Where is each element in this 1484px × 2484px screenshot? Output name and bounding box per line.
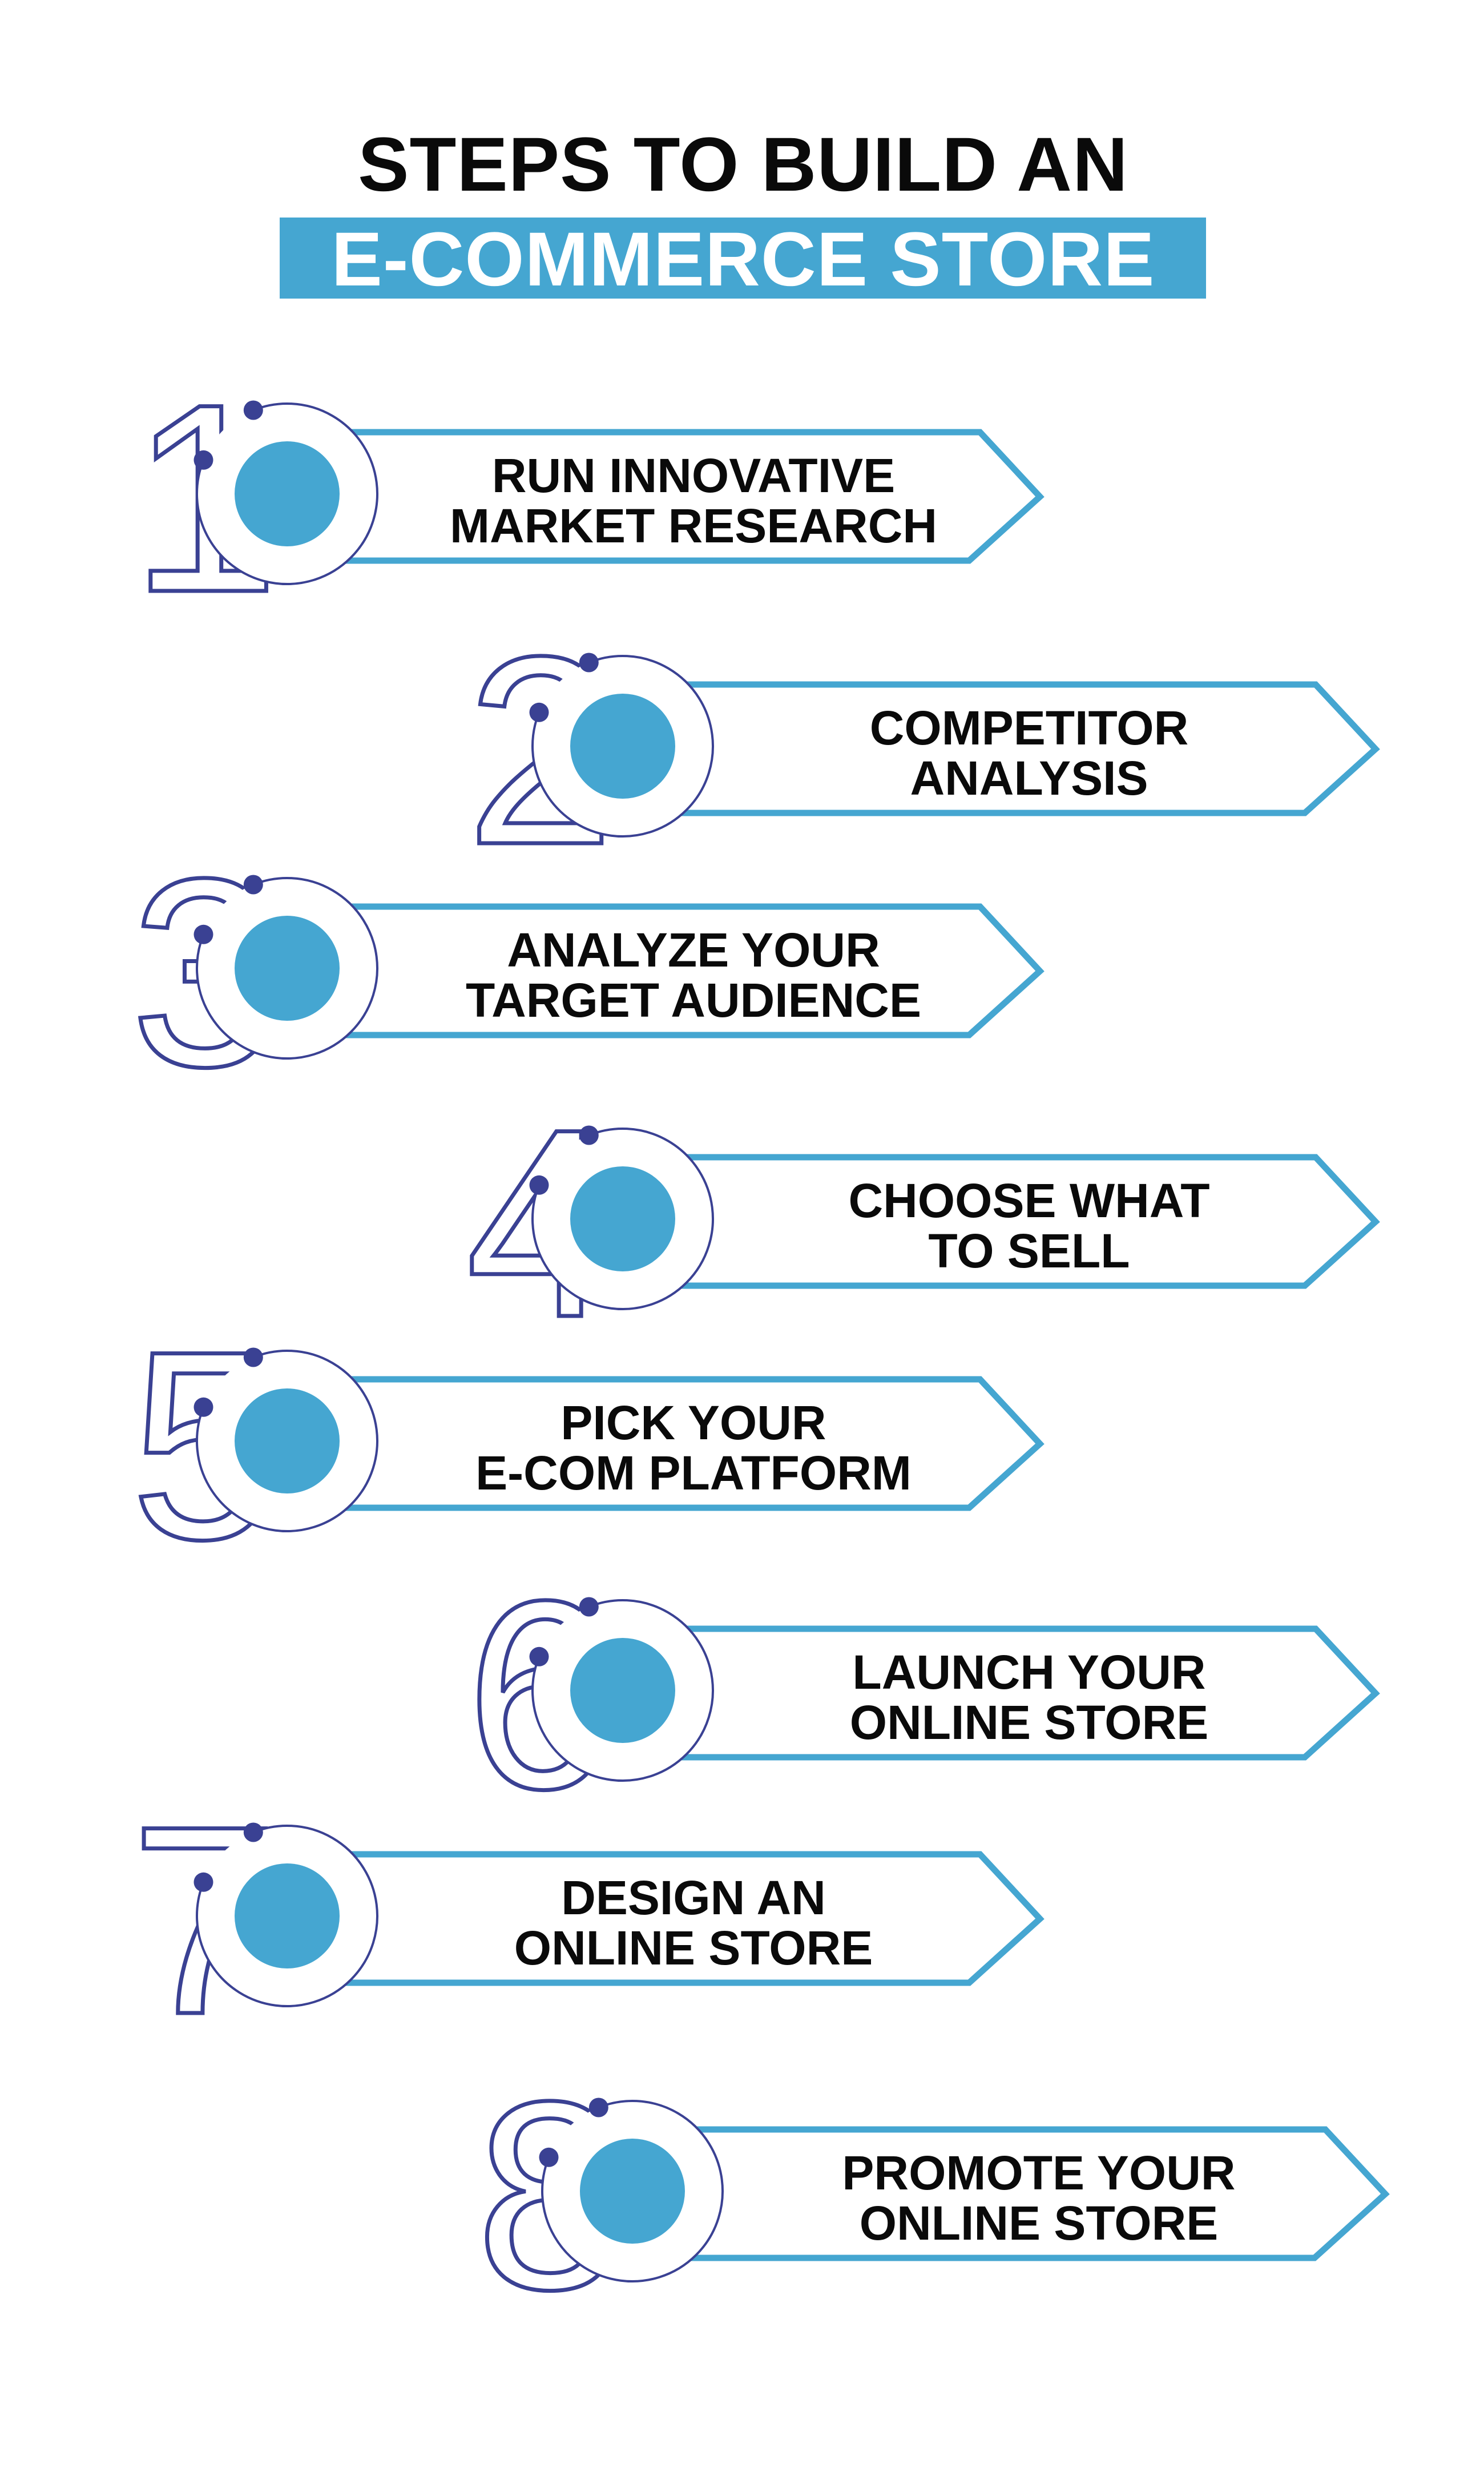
- ring-dot-left-icon: [193, 450, 213, 470]
- step-label-line-2: ONLINE STORE: [514, 1921, 873, 1975]
- ring-dot-top-icon: [588, 2097, 608, 2117]
- ring-dot-top-icon: [243, 1347, 263, 1367]
- step-label-line-2: E-COM PLATFORM: [475, 1446, 912, 1500]
- step-label-line-1: ANALYZE YOUR: [507, 923, 880, 977]
- step-item: 6LAUNCH YOURONLINE STORE: [464, 1543, 1380, 1847]
- step-label-line-1: PROMOTE YOUR: [842, 2146, 1235, 2200]
- ring-dot-top-icon: [579, 1125, 599, 1145]
- step-inner-circle: [235, 1388, 340, 1493]
- step-item: 2COMPETITORANALYSIS: [464, 599, 1380, 903]
- ring-dot-left-icon: [193, 1397, 213, 1417]
- ring-dot-left-icon: [193, 924, 213, 944]
- step-label-line-2: MARKET RESEARCH: [450, 499, 937, 553]
- steps-list: 1RUN INNOVATIVEMARKET RESEARCH2COMPETITO…: [128, 347, 1390, 2348]
- step-inner-circle: [570, 694, 675, 799]
- step-item: 8PROMOTE YOURONLINE STORE: [474, 2044, 1390, 2348]
- title-line-1: STEPS TO BUILD AN: [358, 122, 1128, 207]
- infographic-canvas: STEPS TO BUILD AN E-COMMERCE STORE 1RUN …: [128, 122, 1390, 2348]
- step-label-line-1: PICK YOUR: [560, 1396, 826, 1450]
- ring-dot-left-icon: [193, 1872, 213, 1892]
- title-line-2: E-COMMERCE STORE: [332, 217, 1155, 302]
- step-label-line-2: ONLINE STORE: [850, 1696, 1209, 1749]
- step-inner-circle: [570, 1166, 675, 1271]
- ring-dot-left-icon: [529, 1175, 549, 1195]
- ring-dot-top-icon: [579, 653, 599, 673]
- step-inner-circle: [235, 916, 340, 1021]
- step-item: 4CHOOSE WHATTO SELL: [464, 1072, 1380, 1375]
- step-label-line-1: RUN INNOVATIVE: [492, 449, 895, 502]
- step-label-line-1: COMPETITOR: [870, 701, 1188, 755]
- ring-dot-left-icon: [529, 1646, 549, 1666]
- ring-dot-left-icon: [539, 2147, 559, 2167]
- step-inner-circle: [580, 2139, 685, 2244]
- header: STEPS TO BUILD AN E-COMMERCE STORE: [280, 122, 1206, 302]
- step-label-line-2: ANALYSIS: [910, 751, 1148, 805]
- step-inner-circle: [235, 441, 340, 546]
- step-label-line-1: CHOOSE WHAT: [848, 1174, 1209, 1227]
- step-inner-circle: [570, 1638, 675, 1743]
- ring-dot-top-icon: [579, 1597, 599, 1617]
- step-label-line-1: DESIGN AN: [561, 1871, 826, 1925]
- ring-dot-top-icon: [243, 875, 263, 895]
- step-label-line-2: TARGET AUDIENCE: [466, 973, 921, 1027]
- ring-dot-top-icon: [243, 400, 263, 420]
- ring-dot-top-icon: [243, 1822, 263, 1842]
- step-inner-circle: [235, 1863, 340, 1968]
- step-label-line-2: ONLINE STORE: [860, 2196, 1219, 2250]
- step-label-line-1: LAUNCH YOUR: [852, 1645, 1205, 1699]
- step-label-line-2: TO SELL: [928, 1224, 1130, 1278]
- ring-dot-left-icon: [529, 702, 549, 722]
